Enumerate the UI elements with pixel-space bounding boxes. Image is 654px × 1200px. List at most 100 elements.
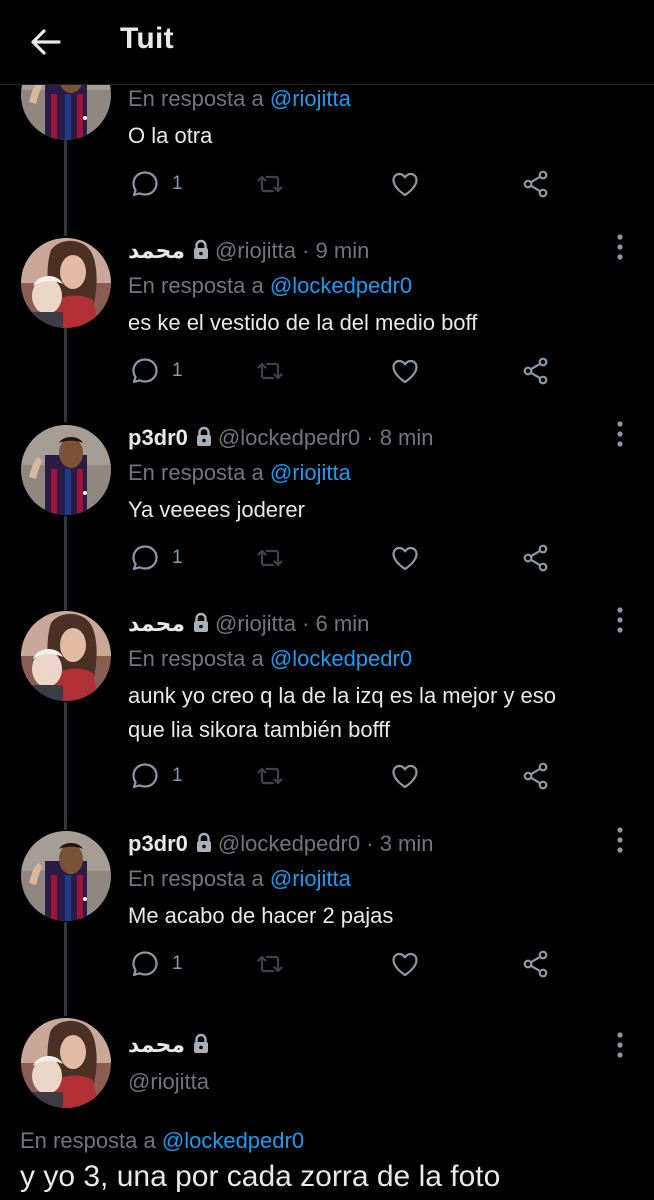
tweet-header: p3dr0 @lockedpedr0 · 3 min <box>128 831 434 857</box>
reply-button[interactable]: 1 <box>130 759 183 793</box>
avatar[interactable] <box>21 1018 111 1108</box>
back-button[interactable] <box>24 20 68 64</box>
thread-connector <box>64 702 67 830</box>
tweet-text-line: que lia sikora también bofff <box>128 717 391 742</box>
share-icon <box>521 761 551 791</box>
mention-link[interactable]: @lockedpedr0 <box>162 1128 304 1153</box>
display-name[interactable]: محمد <box>128 1032 185 1057</box>
mention-link[interactable]: @lockedpedr0 <box>270 273 412 298</box>
reply-button[interactable]: 1 <box>130 947 183 981</box>
reply-context: En resposta a @riojitta <box>128 460 351 485</box>
more-options-button[interactable] <box>610 1030 630 1060</box>
share-button[interactable] <box>521 947 551 981</box>
mention-link[interactable]: @riojitta <box>270 460 351 485</box>
heart-icon <box>390 169 420 199</box>
reply-count: 1 <box>172 765 183 786</box>
thread-connector <box>64 922 67 1016</box>
like-button[interactable] <box>390 541 420 575</box>
more-vertical-icon <box>615 232 625 262</box>
reply-count: 1 <box>172 953 183 974</box>
reply-icon <box>130 949 160 979</box>
timestamp: · 8 min <box>366 425 434 450</box>
tweet-text: O la otra <box>128 123 213 148</box>
mention-link[interactable]: @lockedpedr0 <box>270 646 412 671</box>
lock-icon <box>191 239 211 261</box>
tweet-header: محمد <box>128 1032 215 1058</box>
share-button[interactable] <box>521 354 551 388</box>
reply-context: En resposta a @lockedpedr0 <box>128 646 413 671</box>
retweet-button[interactable] <box>255 759 285 793</box>
tweet-header: p3dr0 @lockedpedr0 · 8 min <box>128 425 434 451</box>
thread-connector <box>64 516 67 610</box>
tweet-actions: 1 <box>128 167 568 201</box>
like-button[interactable] <box>390 354 420 388</box>
avatar[interactable] <box>21 831 111 921</box>
tweet-text: Ya veeees joderer <box>128 497 305 522</box>
mention-link[interactable]: @riojitta <box>270 866 351 891</box>
more-options-button[interactable] <box>610 419 630 449</box>
share-icon <box>521 169 551 199</box>
display-name[interactable]: p3dr0 <box>128 831 188 856</box>
heart-icon <box>390 543 420 573</box>
top-bar: Tuit <box>0 0 654 85</box>
retweet-icon <box>255 356 285 386</box>
retweet-button[interactable] <box>255 167 285 201</box>
reply-context: En resposta a @riojitta <box>128 866 351 891</box>
like-button[interactable] <box>390 167 420 201</box>
tweet-text: y yo 3, una por cada zorra de la foto <box>20 1160 501 1193</box>
avatar[interactable] <box>21 238 111 328</box>
reply-count: 1 <box>172 173 183 194</box>
reply-button[interactable]: 1 <box>130 541 183 575</box>
user-handle[interactable]: @riojitta <box>128 1069 209 1095</box>
display-name[interactable]: محمد <box>128 611 185 636</box>
share-button[interactable] <box>521 759 551 793</box>
reply-icon <box>130 761 160 791</box>
more-options-button[interactable] <box>610 605 630 635</box>
thread-connector <box>64 140 67 236</box>
heart-icon <box>390 356 420 386</box>
avatar[interactable] <box>21 425 111 515</box>
tweet-header: محمد @riojitta · 6 min <box>128 611 369 637</box>
lock-icon <box>191 612 211 634</box>
heart-icon <box>390 949 420 979</box>
retweet-icon <box>255 169 285 199</box>
retweet-button[interactable] <box>255 541 285 575</box>
more-options-button[interactable] <box>610 825 630 855</box>
avatar[interactable] <box>21 611 111 701</box>
timestamp: · 6 min <box>302 611 370 636</box>
share-button[interactable] <box>521 167 551 201</box>
retweet-button[interactable] <box>255 947 285 981</box>
reply-icon <box>130 356 160 386</box>
reply-count: 1 <box>172 360 183 381</box>
like-button[interactable] <box>390 947 420 981</box>
share-button[interactable] <box>521 541 551 575</box>
thread-connector <box>64 328 67 422</box>
reply-button[interactable]: 1 <box>130 167 183 201</box>
share-icon <box>521 949 551 979</box>
more-vertical-icon <box>615 825 625 855</box>
lock-icon <box>191 1033 211 1055</box>
tweet-text: es ke el vestido de la del medio boff <box>128 310 478 335</box>
display-name[interactable]: p3dr0 <box>128 425 188 450</box>
tweet-actions: 1 <box>128 541 568 575</box>
more-options-button[interactable] <box>610 232 630 262</box>
more-vertical-icon <box>615 1030 625 1060</box>
share-icon <box>521 543 551 573</box>
reply-context: En resposta a @riojitta <box>128 86 351 111</box>
user-handle[interactable]: @riojitta <box>215 238 296 263</box>
mention-link[interactable]: @riojitta <box>270 86 351 111</box>
more-vertical-icon <box>615 419 625 449</box>
tweet-actions: 1 <box>128 354 568 388</box>
user-handle[interactable]: @lockedpedr0 <box>218 831 360 856</box>
arrow-left-icon <box>31 29 61 55</box>
timestamp: · 3 min <box>366 831 434 856</box>
retweet-button[interactable] <box>255 354 285 388</box>
tweet-header: محمد @riojitta · 9 min <box>128 238 369 264</box>
tweet-text-line: aunk yo creo q la de la izq es la mejor … <box>128 683 557 708</box>
user-handle[interactable]: @riojitta <box>215 611 296 636</box>
tweet-text: Me acabo de hacer 2 pajas <box>128 903 394 928</box>
like-button[interactable] <box>390 759 420 793</box>
reply-button[interactable]: 1 <box>130 354 183 388</box>
display-name[interactable]: محمد <box>128 238 185 263</box>
user-handle[interactable]: @lockedpedr0 <box>218 425 360 450</box>
